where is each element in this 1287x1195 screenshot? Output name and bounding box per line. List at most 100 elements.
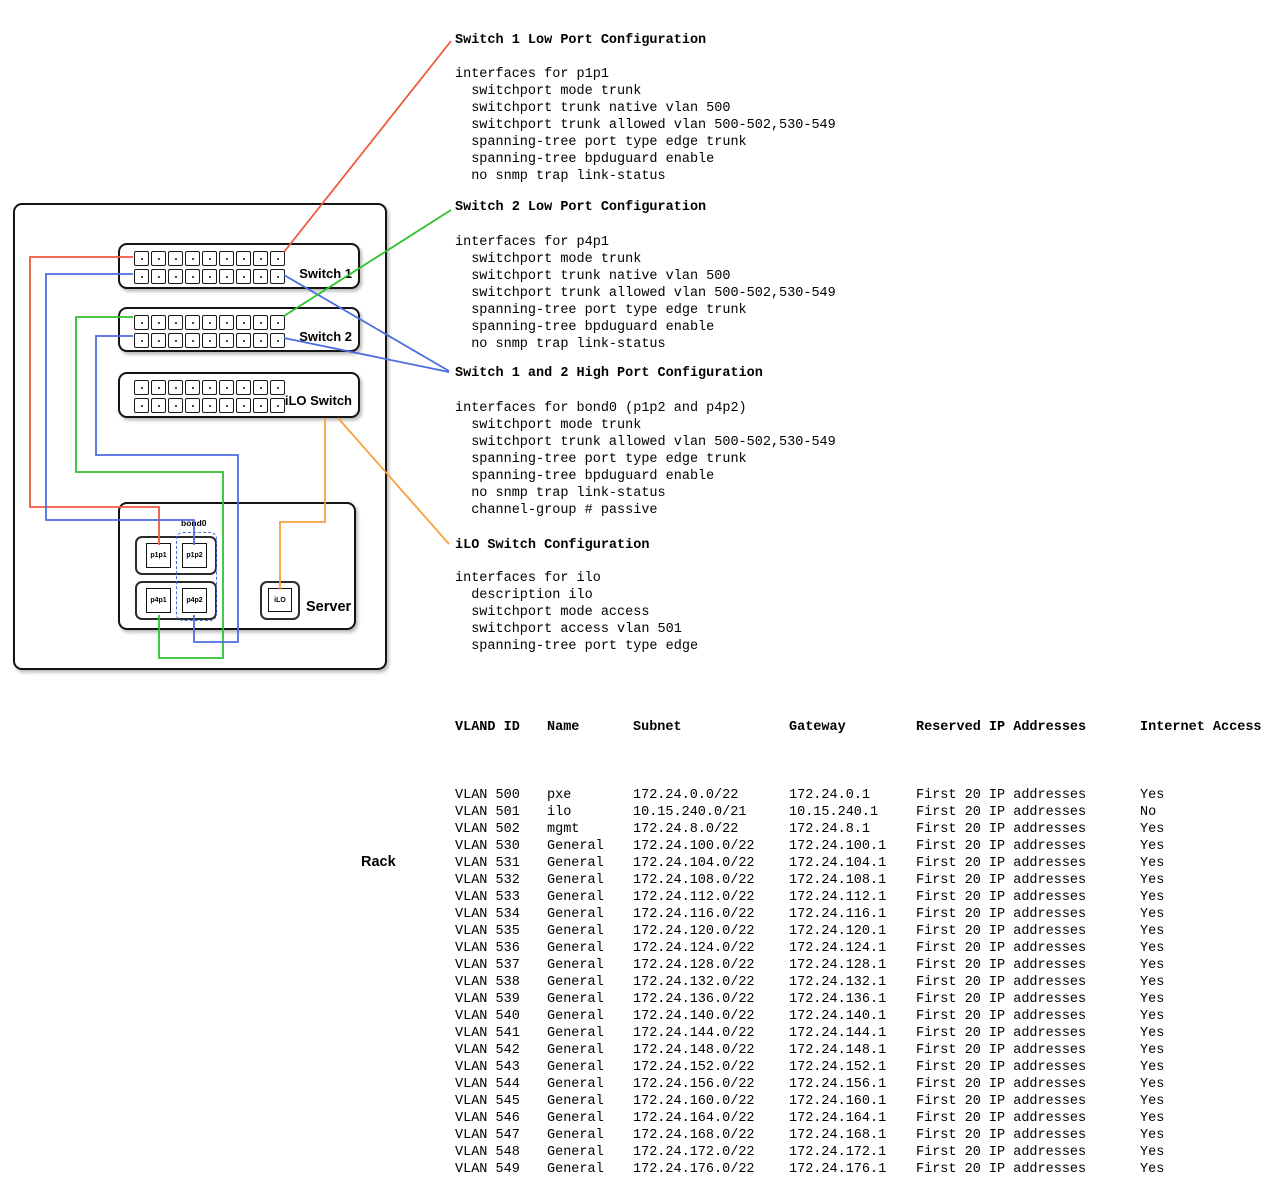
table-cell-subnet: 172.24.168.0/22: [633, 1127, 789, 1144]
ilo-switch-ports: [134, 380, 285, 416]
table-cell-subnet: 172.24.132.0/22: [633, 974, 789, 991]
table-cell-reserved: First 20 IP addresses: [916, 1110, 1140, 1127]
switch-port: [270, 398, 285, 413]
switch-port: [236, 315, 251, 330]
switch-port: [253, 333, 268, 348]
table-cell-subnet: 172.24.160.0/22: [633, 1093, 789, 1110]
switch-port: [253, 398, 268, 413]
switch-port: [202, 333, 217, 348]
table-cell-reserved: First 20 IP addresses: [916, 1025, 1140, 1042]
table-cell-reserved: First 20 IP addresses: [916, 1076, 1140, 1093]
table-cell-id: VLAN 540: [455, 1008, 547, 1025]
switch-port: [134, 315, 149, 330]
table-cell-reserved: First 20 IP addresses: [916, 821, 1140, 838]
table-cell-id: VLAN 530: [455, 838, 547, 855]
table-row: VLAN 549General172.24.176.0/22172.24.176…: [455, 1161, 1262, 1178]
table-row: VLAN 532General172.24.108.0/22172.24.108…: [455, 872, 1262, 889]
table-cell-gateway: 172.24.108.1: [789, 872, 916, 889]
table-cell-internet: Yes: [1140, 940, 1164, 957]
table-cell-id: VLAN 548: [455, 1144, 547, 1161]
table-cell-name: General: [547, 1042, 633, 1059]
switch-port: [185, 380, 200, 395]
table-cell-name: General: [547, 889, 633, 906]
table-cell-internet: Yes: [1140, 1144, 1164, 1161]
table-cell-internet: Yes: [1140, 1093, 1164, 1110]
table-cell-name: General: [547, 923, 633, 940]
port-row: [134, 251, 285, 266]
table-cell-id: VLAN 536: [455, 940, 547, 957]
table-cell-id: VLAN 538: [455, 974, 547, 991]
table-row: VLAN 534General172.24.116.0/22172.24.116…: [455, 906, 1262, 923]
switch-port: [151, 251, 166, 266]
switch-port: [236, 380, 251, 395]
table-cell-internet: Yes: [1140, 1008, 1164, 1025]
column-header: Gateway: [789, 719, 916, 753]
table-cell-internet: Yes: [1140, 821, 1164, 838]
table-row: VLAN 546General172.24.164.0/22172.24.164…: [455, 1110, 1262, 1127]
table-cell-name: General: [547, 1059, 633, 1076]
port-row: [134, 333, 285, 348]
switch-port: [168, 269, 183, 284]
column-header: Subnet: [633, 719, 789, 753]
nic-port-p4p1: p4p1: [146, 588, 171, 613]
table-cell-reserved: First 20 IP addresses: [916, 787, 1140, 804]
switch-2-box: Switch 2: [118, 307, 360, 352]
table-cell-internet: Yes: [1140, 1127, 1164, 1144]
switch-port: [185, 333, 200, 348]
column-header: Reserved IP Addresses: [916, 719, 1140, 753]
switch-1-ports: [134, 251, 285, 287]
switch-port: [134, 251, 149, 266]
table-cell-internet: Yes: [1140, 906, 1164, 923]
switch-port: [253, 315, 268, 330]
table-cell-gateway: 172.24.136.1: [789, 991, 916, 1008]
switch-port: [236, 269, 251, 284]
switch-port: [168, 315, 183, 330]
table-cell-internet: No: [1140, 804, 1156, 821]
bond0-dashed-outline: [176, 532, 217, 621]
table-cell-name: General: [547, 1144, 633, 1161]
switch-port: [236, 398, 251, 413]
table-cell-name: General: [547, 1110, 633, 1127]
config-body-switch1-low: interfaces for p1p1 switchport mode trun…: [455, 66, 836, 185]
column-header: Internet Access: [1140, 719, 1262, 753]
switch-port: [202, 251, 217, 266]
table-cell-subnet: 172.24.156.0/22: [633, 1076, 789, 1093]
switch-port: [202, 269, 217, 284]
table-cell-subnet: 172.24.136.0/22: [633, 991, 789, 1008]
column-header: Name: [547, 719, 633, 753]
table-cell-id: VLAN 542: [455, 1042, 547, 1059]
table-row: VLAN 537General172.24.128.0/22172.24.128…: [455, 957, 1262, 974]
switch-port: [219, 333, 234, 348]
table-cell-id: VLAN 531: [455, 855, 547, 872]
switch-port: [270, 251, 285, 266]
table-cell-name: General: [547, 855, 633, 872]
switch-port: [219, 398, 234, 413]
table-cell-subnet: 172.24.176.0/22: [633, 1161, 789, 1178]
table-cell-internet: Yes: [1140, 889, 1164, 906]
switch-port: [151, 398, 166, 413]
switch-port: [151, 380, 166, 395]
switch-port: [134, 398, 149, 413]
vlan-table-rows: VLAN 500pxe172.24.0.0/22172.24.0.1First …: [455, 787, 1262, 1178]
vlan-table: VLAND IDNameSubnetGatewayReserved IP Add…: [455, 685, 1262, 1195]
switch-port: [151, 315, 166, 330]
table-cell-reserved: First 20 IP addresses: [916, 906, 1140, 923]
table-cell-internet: Yes: [1140, 1059, 1164, 1076]
table-cell-id: VLAN 537: [455, 957, 547, 974]
table-cell-id: VLAN 547: [455, 1127, 547, 1144]
table-cell-gateway: 172.24.124.1: [789, 940, 916, 957]
table-row: VLAN 544General172.24.156.0/22172.24.156…: [455, 1076, 1262, 1093]
table-cell-gateway: 172.24.168.1: [789, 1127, 916, 1144]
port-row: [134, 380, 285, 395]
switch-port: [168, 251, 183, 266]
switch-port: [202, 315, 217, 330]
switch-port: [270, 269, 285, 284]
table-cell-gateway: 172.24.104.1: [789, 855, 916, 872]
table-cell-gateway: 172.24.172.1: [789, 1144, 916, 1161]
table-cell-reserved: First 20 IP addresses: [916, 923, 1140, 940]
table-cell-reserved: First 20 IP addresses: [916, 1059, 1140, 1076]
switch-port: [219, 251, 234, 266]
switch-port: [270, 333, 285, 348]
switch-port: [168, 398, 183, 413]
column-header: VLAND ID: [455, 719, 547, 753]
